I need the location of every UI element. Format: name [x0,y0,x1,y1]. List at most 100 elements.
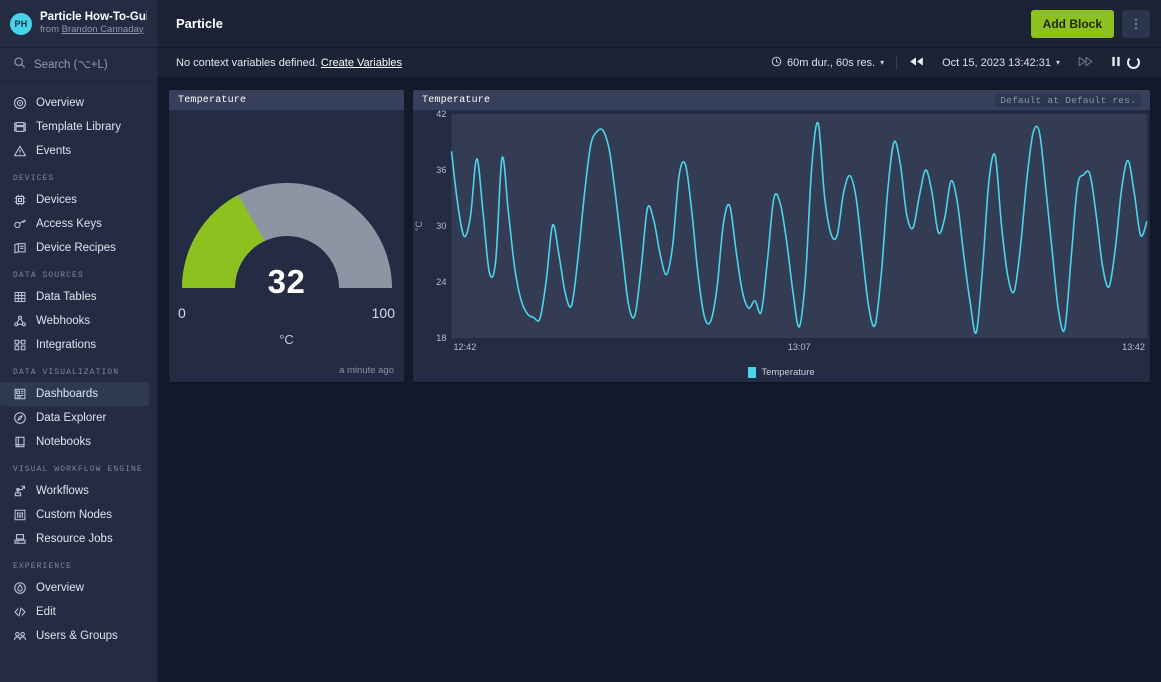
svg-text:36: 36 [436,165,446,175]
sidebar-item-data-explorer[interactable]: Data Explorer [0,406,157,430]
gauge-min-label: 0 [178,305,186,321]
svg-text:18: 18 [436,333,446,343]
create-variables-link[interactable]: Create Variables [321,57,402,69]
kebab-dot-icon [1135,18,1137,21]
sidebar-item-label: Data Explorer [36,412,107,424]
dashboard-canvas: Temperature 32 0 100 °C a minute ago Tem… [158,78,1161,682]
sidebar-group-label-devices: DEVICES [13,174,55,183]
sidebar-item-label: Users & Groups [36,630,118,642]
svg-text:°C: °C [414,220,424,231]
chevron-down-icon: ▾ [1055,58,1060,67]
dashboard-icon [13,387,27,401]
search-input[interactable] [34,58,144,71]
sidebar-item-label: Access Keys [36,218,102,230]
sidebar-item-label: Devices [36,194,77,206]
brand-from-prefix: from [40,23,62,35]
gauge-unit-label: °C [279,332,294,347]
sidebar-group-label-visual-workflow-engine: VISUAL WORKFLOW ENGINE [13,465,143,474]
sidebar-item-label: Workflows [36,485,89,497]
recipe-icon [13,241,27,255]
sidebar-item-label: Webhooks [36,315,91,327]
fast-forward-button[interactable] [1069,56,1102,70]
brand-owner: from Brandon Cannaday [40,23,147,36]
chart: 18 24 30 36 42 °C 12:42 13:07 13:42 Temperature [413,110,1150,382]
time-controls: 60m dur., 60s res. ▾ Oct 15, 2023 13:42:… [762,55,1149,70]
workflow-icon [13,484,27,498]
chart-legend[interactable]: Temperature [413,367,1150,378]
legend-swatch-temperature [748,367,757,378]
sidebar-item-label: Events [36,145,72,157]
sidebar-item-edit[interactable]: Edit [0,600,157,624]
chart-plot[interactable]: 18 24 30 36 42 °C 12:42 13:07 13:42 [413,110,1150,360]
sidebar-item-users-groups[interactable]: Users & Groups [0,624,157,648]
sidebar-item-label: Template Library [36,121,122,133]
sidebar-item-label: Dashboards [36,388,99,400]
sidebar-item-events[interactable]: Events [0,139,157,163]
chart-block-header[interactable]: Temperature Default at Default res. [413,90,1150,110]
chart-resolution-badge: Default at Default res. [995,93,1141,107]
search-row[interactable] [0,48,157,82]
rewind-button[interactable] [900,56,933,70]
duration-resolution-selector[interactable]: 60m dur., 60s res. ▾ [762,56,893,70]
gauge-value: 32 [267,263,306,300]
main-area: Particle Add Block No context variables … [158,0,1161,682]
chart-block-title: Temperature [422,94,491,106]
context-message-text: No context variables defined. [176,56,321,69]
sidebar-item-custom-nodes[interactable]: Custom Nodes [0,503,157,527]
sidebar-item-overview[interactable]: Overview [0,91,157,115]
sidebar-nav: Overview Template Library Events DEVICES… [0,82,157,682]
sidebar-item-access-keys[interactable]: Access Keys [0,212,157,236]
users-icon [13,629,27,643]
more-options-button[interactable] [1122,9,1150,38]
sidebar-item-label: Device Recipes [36,242,116,254]
sidebar-item-device-recipes[interactable]: Device Recipes [0,236,157,260]
webhook-icon [13,314,27,328]
compass-icon [13,411,27,425]
pause-button[interactable] [1102,56,1125,70]
sidebar-item-label: Notebooks [36,436,91,448]
brand-header[interactable]: PH Particle How-To-Guide from Brandon Ca… [0,0,157,48]
loading-indicator[interactable] [1125,56,1149,69]
chip-icon [13,193,27,207]
gauge-block-title: Temperature [178,94,247,106]
sidebar-item-integrations[interactable]: Integrations [0,333,157,357]
svg-text:13:42: 13:42 [1122,342,1145,352]
target-icon [13,96,27,110]
sidebar-item-label: Data Tables [36,291,97,303]
sidebar-item-workflows[interactable]: Workflows [0,479,157,503]
avatar: PH [10,12,32,35]
loading-spinner-icon [1127,56,1140,69]
gauge-timestamp: a minute ago [339,365,394,376]
sidebar-item-label: Integrations [36,339,97,351]
key-icon [13,217,27,231]
sidebar-item-webhooks[interactable]: Webhooks [0,309,157,333]
table-grid-icon [13,290,27,304]
sidebar-item-resource-jobs[interactable]: Resource Jobs [0,527,157,551]
server-icon [13,532,27,546]
legend-label-temperature: Temperature [761,367,815,378]
sidebar-item-label: Resource Jobs [36,533,113,545]
chart-block-body: 18 24 30 36 42 °C 12:42 13:07 13:42 Temperature [413,110,1150,382]
sidebar-item-notebooks[interactable]: Notebooks [0,430,157,454]
timestamp-selector[interactable]: Oct 15, 2023 13:42:31 ▾ [933,57,1069,69]
notebook-icon [13,435,27,449]
sidebar-item-devices[interactable]: Devices [0,188,157,212]
sidebar-item-label: Overview [36,97,84,109]
kebab-dot-icon [1135,26,1137,29]
add-block-button[interactable]: Add Block [1030,9,1114,38]
search-icon [13,56,26,74]
sidebar-item-label: Custom Nodes [36,509,113,521]
svg-text:12:42: 12:42 [453,342,476,352]
integrations-icon [13,338,27,352]
gauge-block-body: 32 0 100 °C a minute ago [169,110,404,382]
drop-icon [13,581,27,595]
svg-text:13:07: 13:07 [788,342,811,352]
page-title: Particle [176,16,223,31]
sidebar-item-dashboards[interactable]: Dashboards [0,382,149,406]
sidebar-item-data-tables[interactable]: Data Tables [0,285,157,309]
brand-owner-link[interactable]: Brandon Cannaday [62,24,144,35]
gauge-block-header[interactable]: Temperature [169,90,404,110]
sidebar-item-template-library[interactable]: Template Library [0,115,157,139]
sidebar-item-experience-overview[interactable]: Overview [0,576,157,600]
topbar: Particle Add Block [158,0,1161,48]
